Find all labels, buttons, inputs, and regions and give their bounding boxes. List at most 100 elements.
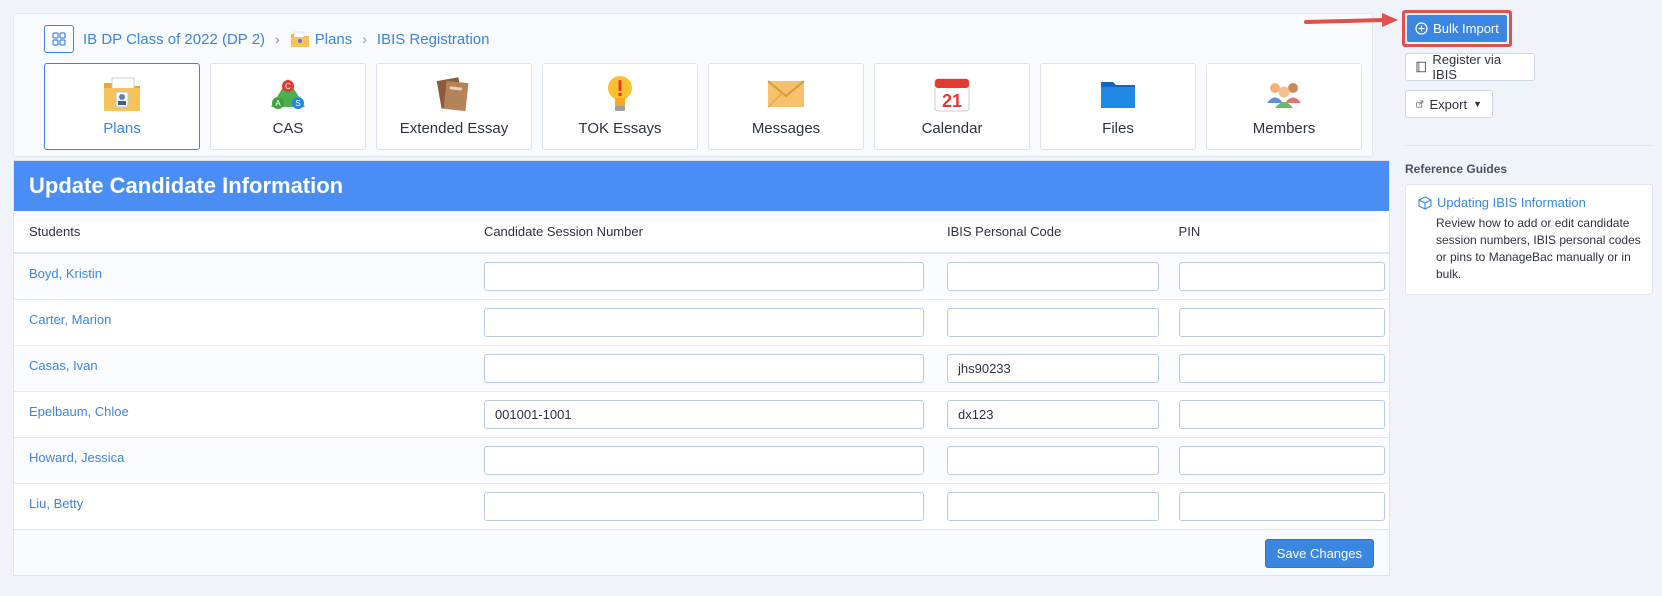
book-icon bbox=[1416, 61, 1426, 73]
section-tiles: Plans C A S CAS Extended Essay TOK Essay… bbox=[44, 63, 1362, 150]
tile-label: Members bbox=[1252, 120, 1316, 137]
ibis-personal-code-input[interactable] bbox=[947, 261, 1159, 291]
column-header-pin: PIN bbox=[1163, 211, 1389, 254]
student-link[interactable]: Liu, Betty bbox=[29, 496, 83, 511]
plans-folder-icon bbox=[290, 30, 310, 48]
pin-input[interactable] bbox=[1178, 491, 1385, 521]
student-cell: Casas, Ivan bbox=[14, 345, 469, 392]
ibis-code-cell bbox=[932, 345, 1164, 392]
pin-input[interactable] bbox=[1178, 261, 1385, 291]
guide-title: Updating IBIS Information bbox=[1437, 195, 1586, 210]
class-header-card: IB DP Class of 2022 (DP 2) › Plans › IBI… bbox=[13, 13, 1373, 157]
ibis-personal-code-input[interactable] bbox=[947, 491, 1159, 521]
plus-circle-icon bbox=[1415, 22, 1428, 35]
column-header-session: Candidate Session Number bbox=[468, 211, 932, 254]
session-cell bbox=[468, 299, 932, 346]
column-header-students: Students bbox=[14, 211, 469, 254]
cube-icon bbox=[1418, 195, 1432, 210]
candidate-session-input[interactable] bbox=[483, 307, 924, 337]
guide-description: Review how to add or edit candidate sess… bbox=[1436, 216, 1641, 281]
student-link[interactable]: Carter, Marion bbox=[29, 312, 111, 327]
save-changes-button[interactable]: Save Changes bbox=[1264, 539, 1374, 568]
grid-icon bbox=[52, 32, 66, 46]
tile-messages[interactable]: Messages bbox=[708, 63, 864, 150]
tile-tok-essays[interactable]: TOK Essays bbox=[542, 63, 698, 150]
pin-input[interactable] bbox=[1178, 307, 1385, 337]
pin-cell bbox=[1163, 437, 1389, 484]
export-icon bbox=[1416, 100, 1424, 108]
candidate-session-input[interactable] bbox=[483, 491, 924, 521]
cas-icon: C A S bbox=[268, 72, 308, 116]
pin-input[interactable] bbox=[1178, 445, 1385, 475]
ibis-personal-code-input[interactable] bbox=[947, 399, 1159, 429]
reference-guide-card: Updating IBIS Information Review how to … bbox=[1405, 184, 1653, 295]
breadcrumb-plans-link[interactable]: Plans bbox=[315, 31, 353, 48]
grid-menu-button[interactable] bbox=[44, 25, 74, 53]
pin-cell bbox=[1163, 391, 1389, 438]
breadcrumb-class-link[interactable]: IB DP Class of 2022 (DP 2) bbox=[83, 31, 265, 48]
pin-cell bbox=[1163, 345, 1389, 392]
ibis-code-cell bbox=[932, 391, 1164, 438]
tile-calendar[interactable]: 21 Calendar bbox=[874, 63, 1030, 150]
updating-ibis-information-link[interactable]: Updating IBIS Information bbox=[1418, 195, 1642, 210]
form-footer: Save Changes bbox=[14, 529, 1389, 575]
form-title: Update Candidate Information bbox=[14, 161, 1389, 211]
candidate-table: Students Candidate Session Number IBIS P… bbox=[14, 211, 1389, 530]
tile-label: Calendar bbox=[921, 120, 983, 137]
bulk-import-label: Bulk Import bbox=[1433, 21, 1499, 36]
register-via-ibis-button[interactable]: Register via IBIS bbox=[1405, 52, 1535, 82]
ibis-personal-code-input[interactable] bbox=[947, 307, 1159, 337]
session-cell bbox=[468, 345, 932, 392]
student-link[interactable]: Casas, Ivan bbox=[29, 358, 98, 373]
pin-cell bbox=[1163, 299, 1389, 346]
ibis-code-cell bbox=[932, 437, 1164, 484]
pin-input[interactable] bbox=[1178, 399, 1385, 429]
export-dropdown-button[interactable]: Export ▼ bbox=[1405, 90, 1493, 118]
pin-input[interactable] bbox=[1178, 353, 1385, 383]
ibis-personal-code-input[interactable] bbox=[947, 445, 1159, 475]
register-via-ibis-label: Register via IBIS bbox=[1432, 52, 1502, 82]
tile-members[interactable]: Members bbox=[1206, 63, 1362, 150]
tile-label: Plans bbox=[103, 120, 141, 137]
session-cell bbox=[468, 391, 932, 438]
student-link[interactable]: Epelbaum, Chloe bbox=[29, 404, 129, 419]
tile-label: Messages bbox=[751, 120, 821, 137]
plans-icon bbox=[102, 72, 142, 116]
tile-label: Files bbox=[1102, 120, 1134, 137]
table-row: Carter, Marion bbox=[14, 299, 1389, 346]
extended-essay-icon bbox=[435, 72, 473, 116]
pin-cell bbox=[1163, 253, 1389, 300]
student-cell: Howard, Jessica bbox=[14, 437, 469, 484]
student-cell: Boyd, Kristin bbox=[14, 253, 469, 300]
bulk-import-button[interactable]: Bulk Import bbox=[1407, 15, 1507, 42]
tile-cas[interactable]: C A S CAS bbox=[210, 63, 366, 150]
student-link[interactable]: Boyd, Kristin bbox=[29, 266, 102, 281]
student-cell: Liu, Betty bbox=[14, 483, 469, 530]
bulk-import-highlight: Bulk Import bbox=[1402, 10, 1512, 47]
tile-label: CAS bbox=[272, 120, 304, 137]
student-link[interactable]: Howard, Jessica bbox=[29, 450, 124, 465]
tile-plans[interactable]: Plans bbox=[44, 63, 200, 150]
candidate-session-input[interactable] bbox=[483, 445, 924, 475]
export-label: Export bbox=[1429, 96, 1468, 112]
files-icon bbox=[1099, 72, 1137, 116]
breadcrumb-separator-icon: › bbox=[275, 31, 280, 47]
svg-text:A: A bbox=[275, 99, 281, 108]
tok-essays-icon bbox=[605, 72, 635, 116]
candidate-form-card: Update Candidate Information Students Ca… bbox=[13, 160, 1390, 576]
members-icon bbox=[1264, 72, 1304, 116]
ibis-code-cell bbox=[932, 483, 1164, 530]
candidate-session-input[interactable] bbox=[483, 399, 924, 429]
table-row: Liu, Betty bbox=[14, 483, 1389, 530]
breadcrumb-current[interactable]: IBIS Registration bbox=[377, 31, 490, 48]
sidebar-divider bbox=[1405, 145, 1653, 146]
tile-extended-essay[interactable]: Extended Essay bbox=[376, 63, 532, 150]
student-cell: Epelbaum, Chloe bbox=[14, 391, 469, 438]
candidate-session-input[interactable] bbox=[483, 261, 924, 291]
tile-files[interactable]: Files bbox=[1040, 63, 1196, 150]
ibis-personal-code-input[interactable] bbox=[947, 353, 1159, 383]
candidate-session-input[interactable] bbox=[483, 353, 924, 383]
caret-down-icon: ▼ bbox=[1473, 99, 1482, 109]
svg-text:S: S bbox=[295, 99, 300, 108]
ibis-code-cell bbox=[932, 299, 1164, 346]
